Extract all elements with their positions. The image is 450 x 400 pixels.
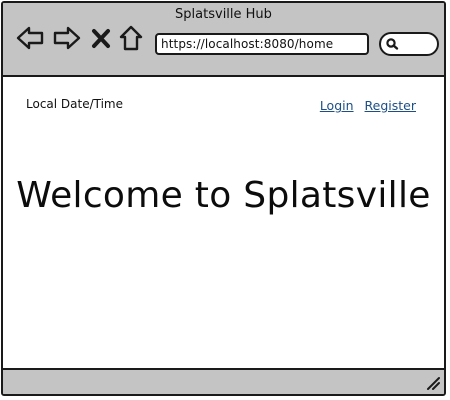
login-link[interactable]: Login	[320, 98, 354, 113]
auth-links: Login Register	[313, 98, 416, 113]
window-title: Splatsville Hub	[175, 7, 272, 22]
browser-toolbar: Splatsville Hub https://localhost:8080/h…	[3, 3, 444, 77]
home-button[interactable]	[117, 23, 145, 53]
page-content: Local Date/Time Login Register Welcome t…	[3, 77, 444, 368]
forward-button[interactable]	[52, 23, 82, 53]
home-icon	[119, 25, 143, 51]
address-bar[interactable]: https://localhost:8080/home	[155, 33, 369, 55]
close-x-icon	[92, 29, 110, 48]
register-link[interactable]: Register	[365, 98, 416, 113]
local-datetime-label: Local Date/Time	[26, 97, 124, 111]
welcome-heading: Welcome to Splatsville	[16, 175, 431, 216]
browser-window: Splatsville Hub https://localhost:8080/h…	[1, 1, 446, 396]
forward-arrow-icon	[53, 26, 81, 50]
back-button[interactable]	[15, 23, 45, 53]
back-arrow-icon	[16, 26, 44, 50]
status-bar	[3, 368, 444, 394]
search-icon	[386, 38, 399, 50]
search-box[interactable]	[379, 32, 439, 56]
stop-button[interactable]	[89, 23, 113, 53]
resize-grip-icon[interactable]	[425, 375, 441, 391]
